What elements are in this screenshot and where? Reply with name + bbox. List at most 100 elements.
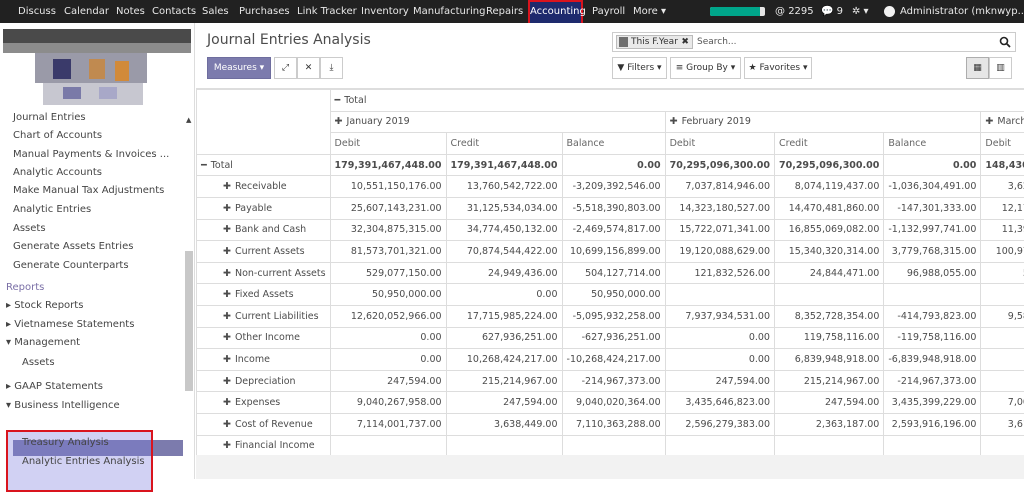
pivot-measure-header[interactable]: Balance: [884, 133, 981, 155]
table-row: ✚Cost of Revenue7,114,001,737.003,638,44…: [197, 413, 1024, 435]
sidebar-group-bi[interactable]: ▾ Business Intelligence: [6, 400, 120, 411]
pivot-cell: -627,936,251.00: [562, 327, 665, 349]
pivot-row-header[interactable]: ✚Income: [197, 349, 331, 371]
sidebar-item-manual-tax[interactable]: Make Manual Tax Adjustments: [13, 185, 164, 196]
pivot-row-header[interactable]: ✚Expenses: [197, 392, 331, 414]
pivot-cell: 2,363,187.00: [774, 413, 883, 435]
search-facet[interactable]: This F.Year✖: [616, 35, 693, 49]
debug-icon[interactable]: ✲ ▾: [852, 0, 869, 23]
sidebar-item-manual-payments[interactable]: Manual Payments & Invoices ...: [13, 149, 169, 160]
sidebar-item-assets[interactable]: Assets: [13, 223, 46, 234]
pivot-measure-header[interactable]: Credit: [446, 133, 562, 155]
user-menu[interactable]: Administrator (mknwyp...: [900, 0, 1024, 23]
table-row: ✚Income0.0010,268,424,217.00-10,268,424,…: [197, 349, 1024, 371]
pivot-cell: 50,950,000.00: [562, 284, 665, 306]
pivot-cell: [665, 284, 774, 306]
menu-discuss[interactable]: Discuss: [18, 0, 56, 23]
pivot-cell: -5,095,932,258.00: [562, 305, 665, 327]
sidebar-item-treasury-analysis[interactable]: Treasury Analysis: [22, 437, 109, 448]
pivot-row-header[interactable]: ✚Other Income: [197, 327, 331, 349]
pivot-measure-header[interactable]: Debit: [981, 133, 1024, 155]
sidebar-item-generate-counterparts[interactable]: Generate Counterparts: [13, 260, 129, 271]
sidebar-item-analytic-accounts[interactable]: Analytic Accounts: [13, 167, 102, 178]
company-logo: [3, 29, 191, 119]
plus-icon: ✚: [223, 203, 231, 214]
pivot-cell: 9,587,128,715.00: [981, 305, 1024, 327]
pivot-cell: 247,594.00: [774, 392, 883, 414]
collapse-up-icon[interactable]: ▲: [186, 116, 191, 124]
pivot-col-header-month[interactable]: ✚January 2019: [330, 111, 665, 133]
sidebar-item-journal-entries[interactable]: Journal Entries: [13, 112, 86, 123]
graph-view-icon[interactable]: ▥: [989, 57, 1012, 79]
search-bar[interactable]: This F.Year✖ Search...: [612, 32, 1016, 52]
close-icon[interactable]: ✖: [681, 36, 689, 48]
pivot-cell: 24,844,471.00: [774, 262, 883, 284]
pivot-measure-header[interactable]: Credit: [774, 133, 883, 155]
plus-icon: ✚: [223, 354, 231, 365]
menu-repairs[interactable]: Repairs: [486, 0, 523, 23]
pivot-cell: 3,435,399,229.00: [884, 392, 981, 414]
search-icon[interactable]: [999, 36, 1011, 48]
download-icon[interactable]: ⤓: [320, 57, 343, 79]
menu-payroll[interactable]: Payroll: [592, 0, 625, 23]
menu-purchases[interactable]: Purchases: [239, 0, 290, 23]
pivot-row-header-total[interactable]: ━Total: [197, 154, 331, 176]
menu-more[interactable]: More ▾: [633, 0, 666, 23]
chat-counter[interactable]: 💬 9: [821, 0, 843, 23]
pivot-measure-header[interactable]: Debit: [665, 133, 774, 155]
activity-counter[interactable]: @ 2295: [775, 0, 814, 23]
sidebar-group-gaap[interactable]: ▸ GAAP Statements: [6, 381, 103, 392]
avatar: [884, 6, 895, 17]
pivot-row-header[interactable]: ✚Receivable: [197, 176, 331, 198]
menu-notes[interactable]: Notes: [116, 0, 145, 23]
favorites-button[interactable]: ★ Favorites ▾: [744, 57, 812, 79]
pivot-col-header-month[interactable]: ✚February 2019: [665, 111, 981, 133]
pivot-row-header[interactable]: ✚Fixed Assets: [197, 284, 331, 306]
pivot-row-header[interactable]: ✚Current Liabilities: [197, 305, 331, 327]
sidebar-group-stock-reports[interactable]: ▸ Stock Reports: [6, 300, 83, 311]
pivot-cell: 3,638,449.00: [446, 413, 562, 435]
search-input[interactable]: Search...: [697, 37, 737, 47]
collapse-icon[interactable]: ✕: [297, 57, 320, 79]
sidebar-item-analytic-entries[interactable]: Analytic Entries: [13, 204, 91, 215]
filters-button[interactable]: ▼ Filters ▾: [612, 57, 667, 79]
pivot-col-header-month[interactable]: ✚March 2019: [981, 111, 1024, 133]
menu-manufacturing[interactable]: Manufacturing: [413, 0, 485, 23]
pivot-view-icon[interactable]: ▦: [966, 57, 989, 79]
pivot-measure-header[interactable]: Balance: [562, 133, 665, 155]
menu-calendar[interactable]: Calendar: [64, 0, 109, 23]
expand-icon[interactable]: ⤢: [274, 57, 297, 79]
sidebar-group-management[interactable]: ▾ Management: [6, 337, 80, 348]
sidebar-item-analytic-entries-analysis[interactable]: Analytic Entries Analysis: [22, 456, 145, 467]
pivot-cell: 0.00: [981, 349, 1024, 371]
menu-sales[interactable]: Sales: [202, 0, 229, 23]
sidebar-item-entries-analysis[interactable]: Entries Analysis: [22, 419, 101, 430]
measures-button[interactable]: Measures ▾: [207, 57, 271, 79]
pivot-row-header[interactable]: ✚Non-current Assets: [197, 262, 331, 284]
pivot-row-header[interactable]: ✚Financial Income: [197, 435, 331, 457]
menu-link-tracker[interactable]: Link Tracker: [297, 0, 357, 23]
sidebar-item-generate-assets[interactable]: Generate Assets Entries: [13, 241, 133, 252]
sidebar-group-vietnamese[interactable]: ▸ Vietnamese Statements: [6, 319, 134, 330]
plus-icon: ✚: [223, 181, 231, 192]
menu-contacts[interactable]: Contacts: [152, 0, 196, 23]
pivot-cell: 2,596,279,383.00: [665, 413, 774, 435]
pivot-cell: 0.00: [884, 154, 981, 176]
sidebar-item-chart-of-accounts[interactable]: Chart of Accounts: [13, 130, 102, 141]
group-by-button[interactable]: ≡ Group By ▾: [670, 57, 741, 79]
chat-icon: 💬: [821, 6, 833, 17]
table-row: ✚Depreciation247,594.00215,214,967.00-21…: [197, 370, 1024, 392]
pivot-col-header-total[interactable]: ━Total: [330, 90, 1024, 112]
pivot-row-header[interactable]: ✚Current Assets: [197, 241, 331, 263]
table-row: ✚Payable25,607,143,231.0031,125,534,034.…: [197, 197, 1024, 219]
plus-icon: ✚: [223, 397, 231, 408]
menu-inventory[interactable]: Inventory: [361, 0, 409, 23]
pivot-cell: -6,839,948,918.00: [884, 349, 981, 371]
pivot-row-header[interactable]: ✚Cost of Revenue: [197, 413, 331, 435]
sidebar-scrollbar[interactable]: [185, 251, 193, 391]
pivot-measure-header[interactable]: Debit: [330, 133, 446, 155]
pivot-row-header[interactable]: ✚Depreciation: [197, 370, 331, 392]
pivot-row-header[interactable]: ✚Bank and Cash: [197, 219, 331, 241]
sidebar-item-mgmt-assets[interactable]: Assets: [22, 357, 55, 368]
pivot-row-header[interactable]: ✚Payable: [197, 197, 331, 219]
